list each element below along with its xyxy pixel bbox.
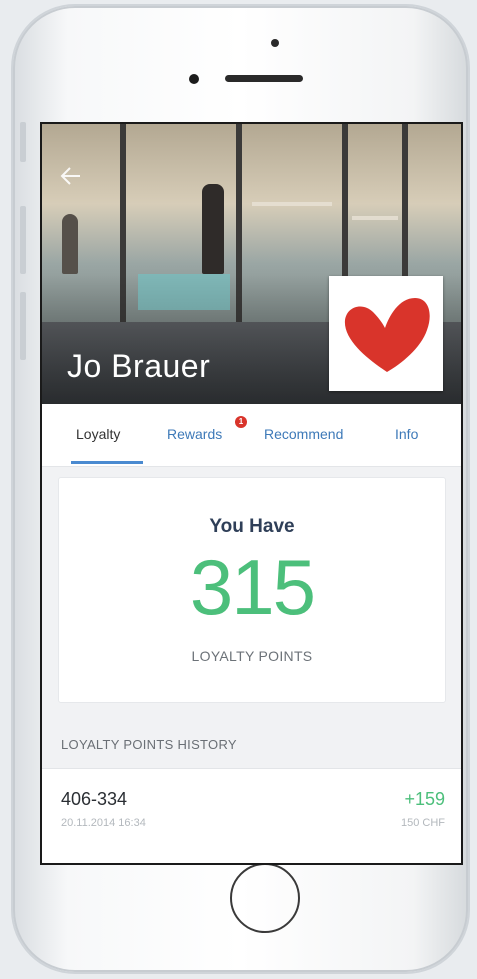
volume-up-button <box>20 206 26 274</box>
tab-bar: Loyalty Rewards 1 Recommend Info <box>42 404 461 467</box>
history-code: 406-334 <box>61 789 128 809</box>
store-logo <box>329 276 443 391</box>
tab-info[interactable]: Info <box>395 426 418 442</box>
active-tab-indicator <box>71 461 143 464</box>
back-arrow-icon[interactable] <box>56 164 82 188</box>
app-screen: Jo Brauer Loyalty Rewards 1 Recommend In… <box>40 122 463 865</box>
tab-rewards[interactable]: Rewards <box>167 426 222 442</box>
points-heading: You Have <box>209 516 295 537</box>
points-label: LOYALTY POINTS <box>191 648 313 664</box>
volume-down-button <box>20 292 26 360</box>
tab-loyalty[interactable]: Loyalty <box>76 426 120 442</box>
history-row[interactable]: 406-334 20.11.2014 16:34 +159 150 CHF <box>42 768 461 863</box>
front-camera-icon <box>189 74 199 84</box>
rewards-badge: 1 <box>235 416 247 428</box>
store-name: Jo Brauer <box>67 348 211 384</box>
tab-recommend[interactable]: Recommend <box>264 426 343 442</box>
history-points-delta: +159 <box>404 789 445 809</box>
heart-icon <box>344 298 430 372</box>
history-amount: 150 CHF <box>400 817 445 829</box>
history-title: LOYALTY POINTS HISTORY <box>61 737 237 752</box>
home-button[interactable] <box>230 863 300 933</box>
mute-switch <box>20 122 26 162</box>
camera-icon <box>271 39 279 47</box>
earpiece-speaker <box>225 75 303 82</box>
points-card: You Have 315 LOYALTY POINTS <box>58 477 446 703</box>
history-date: 20.11.2014 16:34 <box>61 817 146 829</box>
store-header-image: Jo Brauer <box>42 124 461 404</box>
points-value: 315 <box>189 543 316 631</box>
